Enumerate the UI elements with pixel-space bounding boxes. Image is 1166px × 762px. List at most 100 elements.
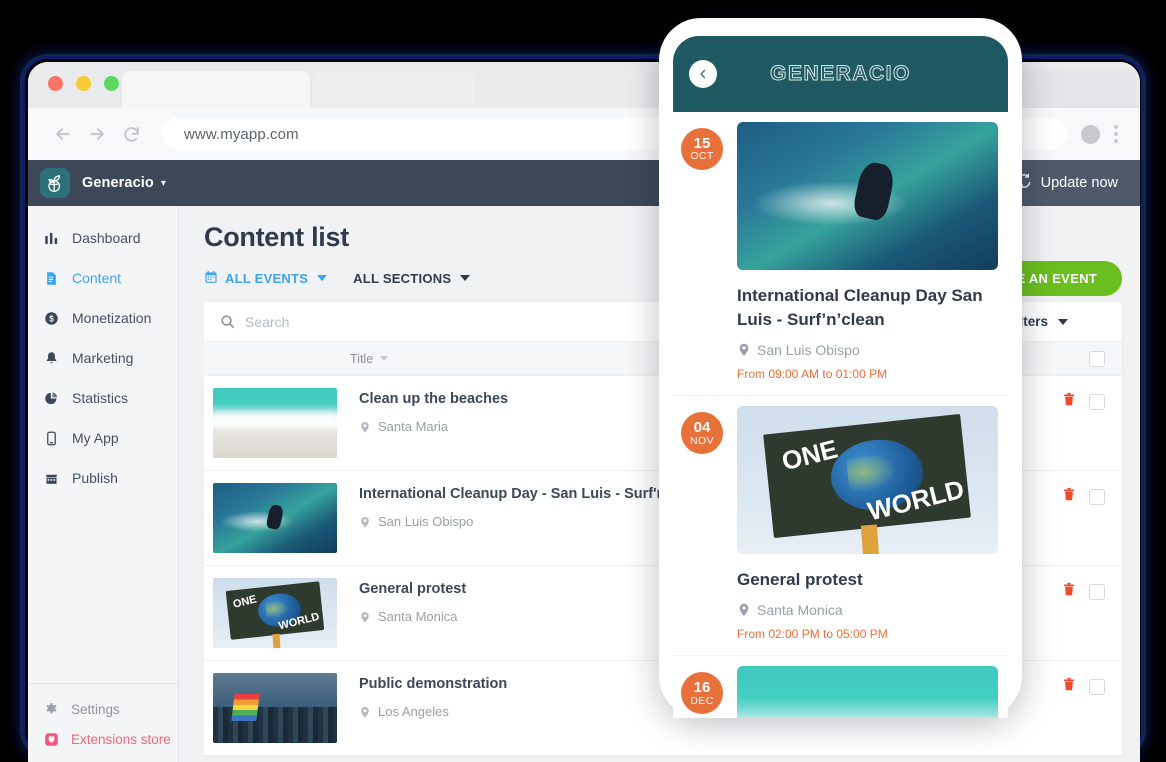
browser-menu-icon[interactable]: [1114, 125, 1118, 143]
row-thumbnail: [213, 483, 337, 553]
phone-card-image: ONE WORLD: [737, 406, 998, 554]
dollar-icon: $: [43, 310, 60, 327]
phone-mockup: GENERACIO 15 OCT International Cleanup D…: [659, 18, 1022, 718]
phone-card-location: San Luis Obispo: [737, 341, 998, 358]
sidebar-item-content[interactable]: Content: [28, 258, 178, 298]
phone-card-location-label: Santa Monica: [757, 602, 843, 618]
row-actions: [1062, 486, 1105, 507]
phone-event-card[interactable]: 15 OCT International Cleanup Day San Lui…: [673, 112, 1008, 396]
close-window-button[interactable]: [48, 76, 63, 91]
date-badge-month: NOV: [690, 436, 714, 447]
phone-event-card[interactable]: 04 NOV ONE WORLD Gen: [673, 396, 1008, 656]
chevron-down-icon: [1058, 319, 1068, 325]
sidebar-secondary-nav: Settings Extensions store: [28, 683, 178, 762]
document-icon: [43, 270, 60, 287]
delete-icon[interactable]: [1062, 391, 1076, 412]
phone-card-image: [737, 666, 998, 718]
browser-profile-icon[interactable]: [1081, 125, 1100, 144]
row-checkbox[interactable]: [1089, 584, 1105, 600]
sidebar-item-label: Content: [72, 270, 121, 286]
extensions-icon: [43, 731, 60, 748]
row-actions: [1062, 581, 1105, 602]
bell-icon: [43, 350, 60, 367]
minimize-window-button[interactable]: [76, 76, 91, 91]
delete-icon[interactable]: [1062, 581, 1076, 602]
location-pin-icon: [359, 705, 371, 719]
row-actions: [1062, 676, 1105, 697]
sidebar-item-label: Publish: [72, 470, 118, 486]
filter-all-sections[interactable]: ALL SECTIONS: [353, 271, 470, 286]
browser-tab[interactable]: [122, 71, 310, 108]
row-actions: [1062, 391, 1105, 412]
app-logo-icon: [40, 168, 70, 198]
location-pin-icon: [737, 601, 751, 618]
gear-icon: [43, 701, 60, 718]
back-arrow-icon[interactable]: [46, 117, 80, 151]
phone-event-card[interactable]: 16 DEC: [673, 656, 1008, 718]
row-checkbox[interactable]: [1089, 679, 1105, 695]
sidebar-item-extensions-store[interactable]: Extensions store: [28, 724, 178, 754]
delete-icon[interactable]: [1062, 486, 1076, 507]
phone-card-location-label: San Luis Obispo: [757, 342, 860, 358]
sidebar-item-settings[interactable]: Settings: [28, 694, 178, 724]
row-location-label: Santa Monica: [378, 609, 458, 624]
update-now-label: Update now: [1041, 175, 1118, 191]
sidebar-item-my-app[interactable]: My App: [28, 418, 178, 458]
chevron-down-icon: [317, 275, 327, 281]
sidebar-item-publish[interactable]: Publish: [28, 458, 178, 498]
sidebar-nav: Dashboard Content $ Monetization: [28, 206, 178, 683]
maximize-window-button[interactable]: [104, 76, 119, 91]
filter-all-sections-label: ALL SECTIONS: [353, 271, 451, 286]
filter-all-events[interactable]: ALL EVENTS: [204, 270, 327, 287]
store-icon: [43, 470, 60, 487]
column-header-title[interactable]: Title: [350, 352, 388, 366]
sidebar-item-dashboard[interactable]: Dashboard: [28, 218, 178, 258]
bar-chart-icon: [43, 230, 60, 247]
reload-icon[interactable]: [114, 117, 148, 151]
chevron-left-icon[interactable]: [689, 60, 717, 88]
phone-card-location: Santa Monica: [737, 601, 998, 618]
chevron-down-icon[interactable]: ▾: [161, 178, 166, 189]
phone-card-time: From 02:00 PM to 05:00 PM: [737, 627, 998, 641]
location-pin-icon: [359, 515, 371, 529]
row-thumbnail: ONE WORLD: [213, 578, 337, 648]
delete-icon[interactable]: [1062, 676, 1076, 697]
phone-card-body: [723, 666, 1008, 718]
forward-arrow-icon[interactable]: [80, 117, 114, 151]
row-checkbox[interactable]: [1089, 489, 1105, 505]
sidebar-item-monetization[interactable]: $ Monetization: [28, 298, 178, 338]
sidebar-item-label: Monetization: [72, 310, 151, 326]
sidebar-item-label: My App: [72, 430, 119, 446]
date-badge-day: 15: [694, 136, 711, 152]
location-pin-icon: [737, 341, 751, 358]
row-thumbnail: [213, 388, 337, 458]
select-all-checkbox[interactable]: [1089, 351, 1105, 367]
sidebar-item-label: Statistics: [72, 390, 128, 406]
sidebar-item-label: Extensions store: [71, 732, 171, 747]
brand-name: Generacio: [82, 175, 154, 191]
browser-tab[interactable]: [313, 71, 475, 108]
row-location-label: Los Angeles: [378, 704, 449, 719]
phone-card-body: ONE WORLD General protest Santa Monica: [723, 406, 1008, 641]
row-checkbox[interactable]: [1089, 394, 1105, 410]
calendar-icon: [204, 270, 218, 287]
location-pin-icon: [359, 610, 371, 624]
sort-caret-icon: [380, 356, 388, 361]
browser-tab[interactable]: [478, 71, 640, 108]
column-header-title-label: Title: [350, 352, 373, 366]
chevron-down-icon: [460, 275, 470, 281]
date-badge-day: 16: [694, 680, 711, 696]
browser-toolbar-right: [1081, 125, 1122, 144]
phone-card-title: General protest: [737, 568, 998, 592]
phone-screen: GENERACIO 15 OCT International Cleanup D…: [673, 36, 1008, 718]
phone-card-body: International Cleanup Day San Luis - Sur…: [723, 122, 1008, 381]
svg-text:$: $: [49, 314, 54, 323]
sidebar-item-statistics[interactable]: Statistics: [28, 378, 178, 418]
phone-logo: GENERACIO: [673, 36, 1008, 112]
address-bar-text: www.myapp.com: [184, 126, 299, 143]
sidebar-item-marketing[interactable]: Marketing: [28, 338, 178, 378]
location-pin-icon: [359, 420, 371, 434]
date-badge-month: OCT: [690, 151, 713, 162]
phone-card-time: From 09:00 AM to 01:00 PM: [737, 367, 998, 381]
date-badge-month: DEC: [690, 696, 713, 707]
